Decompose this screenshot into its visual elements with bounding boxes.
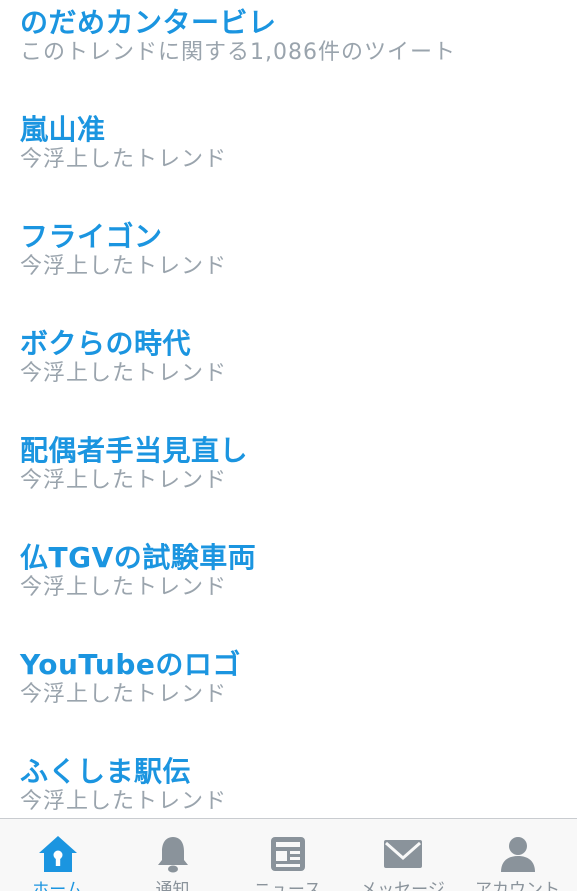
trend-item[interactable]: YouTubeのロゴ 今浮上したトレンド [20,648,560,708]
trend-subtitle: 今浮上したトレンド [20,147,228,172]
tab-news[interactable]: ニュース [230,819,345,891]
trend-subtitle: 今浮上したトレンド [20,468,228,493]
tab-account[interactable]: アカウント [460,819,575,891]
trend-list: のだめカンタービレ このトレンドに関する1,086件のツイート 嵐山准 今浮上し… [0,0,577,818]
trend-title[interactable]: のだめカンタービレ [20,6,560,40]
tab-bar: ホーム 通知 ニュース メッセージ アカウント [0,818,577,891]
tab-news-label: ニュース [253,880,322,891]
tab-messages-label: メッセージ [360,880,445,891]
tab-notifications[interactable]: 通知 [115,819,230,891]
trend-item[interactable]: 仏TGVの試験車両 今浮上したトレンド [20,541,560,601]
news-icon [270,837,305,871]
trend-item[interactable]: 配偶者手当見直し 今浮上したトレンド [20,434,560,494]
trend-subtitle: 今浮上したトレンド [20,361,228,386]
trend-subtitle: 今浮上したトレンド [20,575,228,600]
trend-title[interactable]: 嵐山准 [20,113,560,147]
trend-item[interactable]: ふくしま駅伝 今浮上したトレンド [20,755,560,815]
person-icon [500,837,535,872]
bell-icon [157,837,188,873]
trend-subtitle: 今浮上したトレンド [20,682,228,707]
tab-home[interactable]: ホーム [0,819,115,891]
trend-item[interactable]: 嵐山准 今浮上したトレンド [20,113,560,173]
home-icon [38,836,77,872]
trend-title[interactable]: フライゴン [20,220,560,254]
trend-title[interactable]: ふくしま駅伝 [20,755,560,789]
tab-notifications-label: 通知 [155,880,190,891]
trend-item[interactable]: ボクらの時代 今浮上したトレンド [20,327,560,387]
trend-title[interactable]: 仏TGVの試験車両 [20,541,560,575]
trend-item[interactable]: フライゴン 今浮上したトレンド [20,220,560,280]
envelope-icon [383,840,422,868]
trend-title[interactable]: YouTubeのロゴ [20,648,560,682]
screen: のだめカンタービレ このトレンドに関する1,086件のツイート 嵐山准 今浮上し… [0,0,577,891]
trend-subtitle: このトレンドに関する1,086件のツイート [20,40,456,65]
trend-subtitle: 今浮上したトレンド [20,789,228,814]
trend-subtitle: 今浮上したトレンド [20,254,228,279]
tab-messages[interactable]: メッセージ [345,819,460,891]
tab-home-label: ホーム [32,880,83,891]
trend-title[interactable]: 配偶者手当見直し [20,434,560,468]
trend-item[interactable]: のだめカンタービレ このトレンドに関する1,086件のツイート [20,6,560,66]
trend-title[interactable]: ボクらの時代 [20,327,560,361]
tab-account-label: アカウント [475,880,560,891]
